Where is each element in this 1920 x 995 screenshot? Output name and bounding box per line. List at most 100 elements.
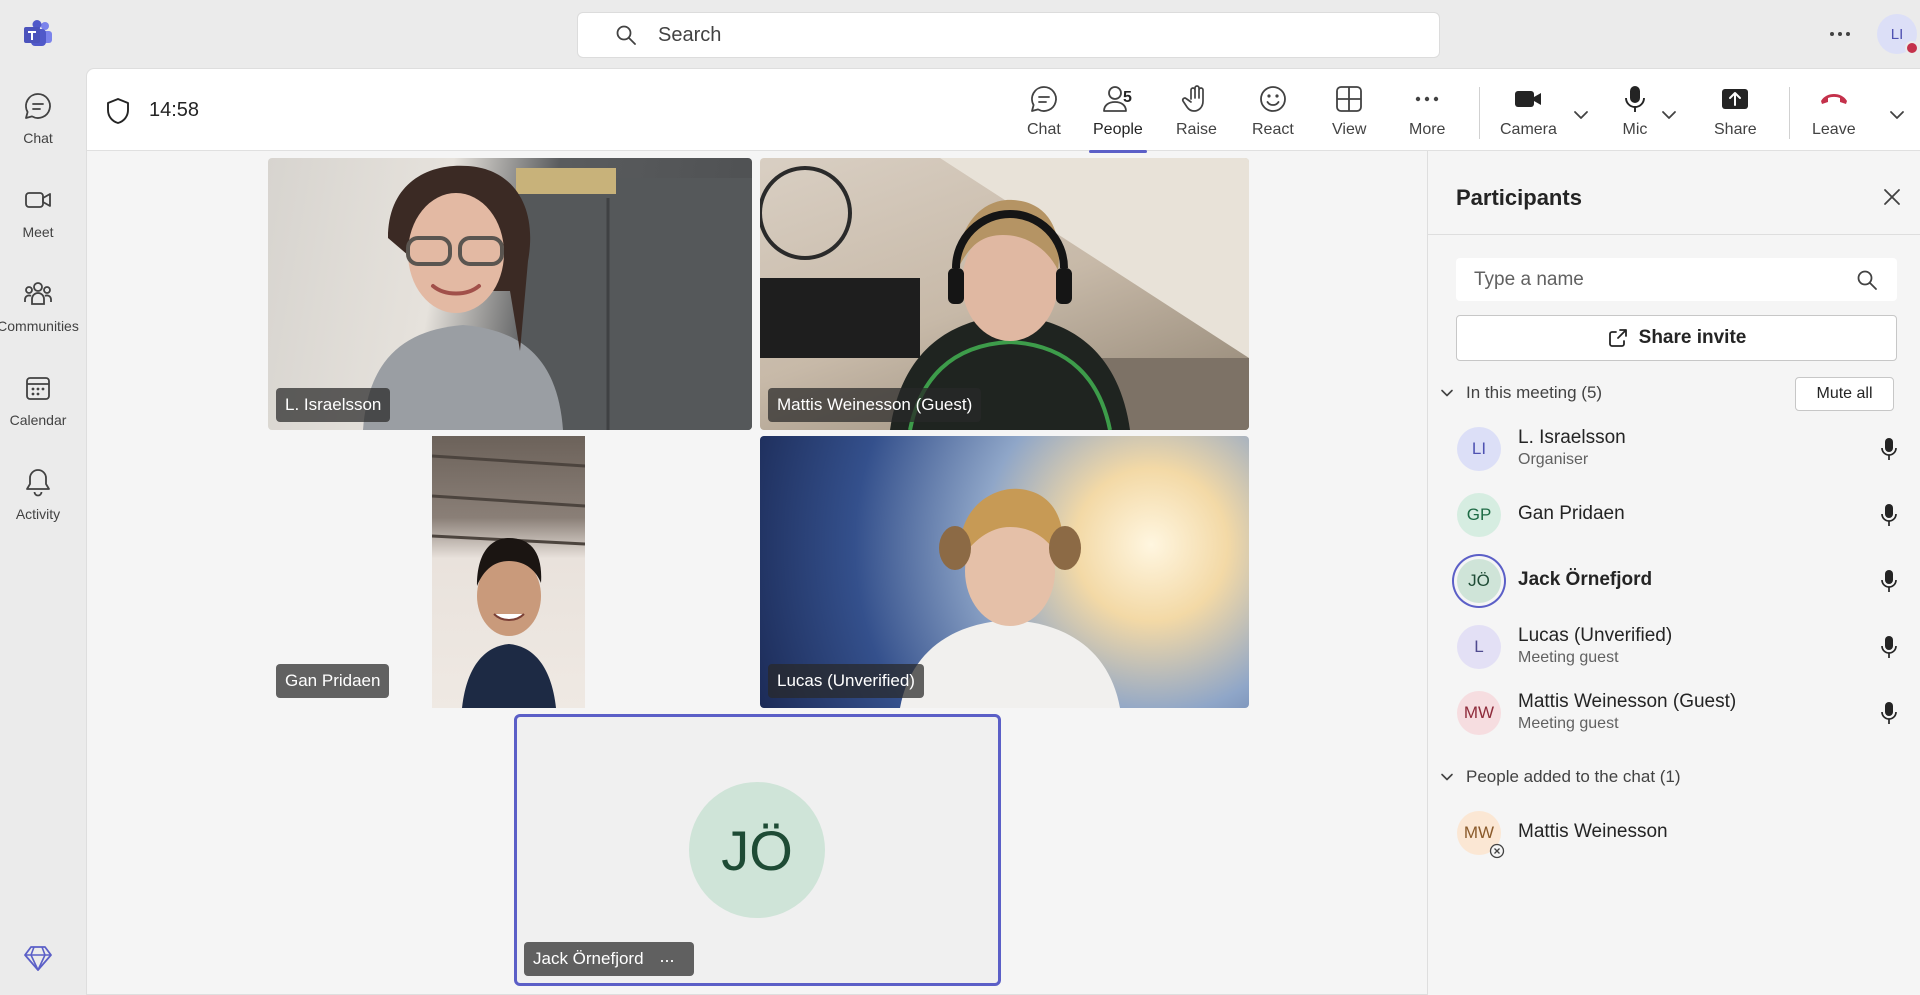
participant-name-label: Mattis Weinesson (Guest) [768, 388, 982, 422]
participant-role: Organiser [1518, 451, 1589, 468]
participant-avatar: MW [1457, 691, 1501, 735]
search-icon [616, 25, 636, 45]
microphone-icon [1625, 86, 1645, 112]
more-options-icon[interactable] [1824, 20, 1856, 48]
participant-avatar: JÖ [689, 782, 825, 918]
presence-status-dot [1905, 41, 1919, 55]
share-screen-icon [1722, 89, 1749, 109]
leave-options-chevron-icon[interactable] [1887, 105, 1907, 125]
more-button[interactable]: More [1409, 83, 1445, 145]
participant-initials: L [1474, 637, 1484, 656]
participant-initials: JÖ [1468, 571, 1490, 590]
participant-search-placeholder: Type a name [1474, 268, 1584, 290]
view-label: View [1332, 121, 1367, 138]
chat-label: Chat [1027, 121, 1061, 138]
share-invite-button[interactable]: Share invite [1456, 315, 1897, 361]
mic-button[interactable]: Mic [1619, 83, 1651, 145]
participant-name: Mattis Weinesson (Guest) [1518, 691, 1737, 712]
search-icon [1857, 270, 1877, 290]
user-avatar-initials: LI [1890, 25, 1904, 43]
camera-label: Camera [1500, 121, 1557, 138]
user-avatar[interactable]: LI [1877, 14, 1919, 55]
grid-view-icon [1336, 86, 1363, 112]
participant-row-active-speaker[interactable]: JÖ Jack Örnefjord [1428, 549, 1920, 609]
participant-initials: MW [1463, 823, 1495, 842]
participant-video-feed [432, 436, 585, 708]
toolbar-divider [1789, 87, 1790, 139]
microphone-icon [1881, 570, 1897, 592]
share-button[interactable]: Share [1714, 83, 1757, 145]
raise-hand-icon [1182, 85, 1205, 112]
rail-item-calendar[interactable]: Calendar [0, 360, 76, 440]
chat-button[interactable]: Chat [1027, 83, 1061, 145]
participant-initials: LI [1471, 439, 1487, 458]
microphone-icon [1881, 636, 1897, 658]
premium-diamond-icon[interactable] [22, 942, 54, 974]
people-count: 5 [1123, 89, 1132, 106]
people-label: People [1093, 121, 1143, 138]
meeting-toolbar: 14:58 Chat 5 People Raise React View Mor… [87, 69, 1920, 153]
top-bar: Search LI [0, 0, 1920, 68]
smiley-icon [1259, 86, 1286, 112]
search-bar[interactable]: Search [577, 12, 1440, 58]
participant-name-label: Lucas (Unverified) [768, 664, 924, 698]
raise-label: Raise [1176, 121, 1217, 138]
participant-search-input[interactable]: Type a name [1456, 258, 1897, 301]
not-in-meeting-icon [1489, 843, 1505, 859]
tile-more-options-button[interactable]: ··· [659, 950, 675, 971]
share-label: Share [1714, 121, 1757, 138]
more-icon [1416, 96, 1439, 102]
view-button[interactable]: View [1332, 83, 1366, 145]
meeting-window: 14:58 Chat 5 People Raise React View Mor… [86, 68, 1920, 995]
video-tile[interactable]: Gan Pridaen [268, 436, 752, 708]
teams-logo-icon[interactable] [22, 18, 54, 50]
camera-button[interactable]: Camera [1500, 83, 1557, 145]
video-tile-active-speaker[interactable]: JÖ Jack Örnefjord ··· [514, 714, 1001, 986]
participant-row[interactable]: MW Mattis Weinesson (Guest) Meeting gues… [1428, 681, 1920, 741]
video-tile[interactable]: L. Israelsson [268, 158, 752, 430]
search-placeholder: Search [658, 23, 722, 46]
share-invite-label: Share invite [1638, 327, 1747, 348]
in-meeting-section-label: In this meeting (5) [1466, 383, 1603, 402]
participant-name-label: L. Israelsson [276, 388, 391, 422]
participant-avatar: MW [1457, 811, 1505, 859]
microphone-icon [1881, 438, 1897, 460]
participant-row[interactable]: GP Gan Pridaen [1428, 483, 1920, 543]
camera-options-chevron-icon[interactable] [1571, 105, 1591, 125]
mute-all-button[interactable]: Mute all [1795, 377, 1894, 411]
shield-icon[interactable] [105, 97, 131, 125]
rail-item-communities[interactable]: Communities [0, 266, 79, 346]
rail-label-communities: Communities [0, 318, 79, 334]
participant-avatar: GP [1457, 493, 1501, 537]
rail-item-activity[interactable]: Activity [0, 454, 76, 534]
more-label: More [1409, 121, 1446, 138]
rail-label-calendar: Calendar [9, 412, 67, 428]
toolbar-divider [1479, 87, 1480, 139]
close-icon[interactable] [1880, 185, 1904, 209]
participant-name: Mattis Weinesson [1518, 821, 1668, 842]
video-tile[interactable]: Mattis Weinesson (Guest) [760, 158, 1249, 430]
people-button[interactable]: 5 People [1089, 83, 1147, 153]
rail-item-chat[interactable]: Chat [0, 78, 76, 158]
mic-options-chevron-icon[interactable] [1659, 105, 1679, 125]
participant-row[interactable]: L Lucas (Unverified) Meeting guest [1428, 615, 1920, 675]
participant-name: L. Israelsson [1518, 427, 1626, 448]
raise-hand-button[interactable]: Raise [1176, 83, 1217, 145]
leave-button[interactable]: Leave [1812, 83, 1856, 145]
participant-role: Meeting guest [1518, 715, 1619, 732]
chevron-down-icon [1441, 389, 1453, 397]
mic-label: Mic [1622, 121, 1648, 138]
participant-initials: GP [1466, 505, 1492, 524]
video-tile[interactable]: Lucas (Unverified) [760, 436, 1249, 708]
react-button[interactable]: React [1252, 83, 1294, 145]
in-meeting-section-toggle[interactable]: In this meeting (5) [1440, 383, 1602, 403]
communities-icon [24, 282, 52, 305]
rail-label-activity: Activity [15, 506, 61, 522]
rail-label-meet: Meet [22, 224, 54, 240]
rail-item-meet[interactable]: Meet [0, 172, 76, 252]
chat-member-row[interactable]: MW Mattis Weinesson [1428, 801, 1920, 861]
participant-row[interactable]: LI L. Israelsson Organiser [1428, 417, 1920, 477]
chat-icon [25, 93, 51, 119]
added-to-chat-section-toggle[interactable]: People added to the chat (1) [1440, 767, 1681, 787]
participants-panel: Participants Type a name Share invite In… [1427, 151, 1920, 995]
